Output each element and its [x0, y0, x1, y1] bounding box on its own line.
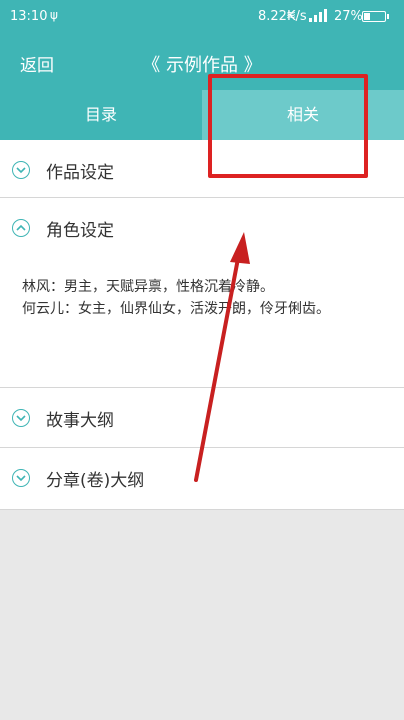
wifi-icon: ≋ — [286, 8, 297, 22]
section-header[interactable]: 角色设定 — [0, 198, 404, 256]
section-chapter-outline: 分章(卷)大纲 — [0, 448, 404, 510]
signal-icon — [309, 9, 327, 22]
section-story-outline: 故事大纲 — [0, 388, 404, 448]
section-header[interactable]: 故事大纲 — [0, 388, 404, 446]
status-time: 13:10 — [10, 9, 48, 24]
battery-icon — [362, 11, 389, 22]
section-header[interactable]: 作品设定 — [0, 140, 404, 198]
chevron-up-icon — [12, 219, 30, 237]
chevron-down-icon — [12, 409, 30, 427]
section-character-settings: 角色设定 林风：男主，天赋异禀，性格沉着冷静。 何云儿：女主，仙界仙女，活泼开朗… — [0, 198, 404, 388]
chevron-down-icon — [12, 469, 30, 487]
section-label: 分章(卷)大纲 — [46, 471, 145, 491]
network-speed: 8.22K/s — [258, 9, 307, 24]
usb-icon: ψ — [50, 8, 58, 22]
character-line: 何云儿：女主，仙界仙女，活泼开朗，伶牙俐齿。 — [22, 301, 330, 317]
tab-catalog[interactable]: 目录 — [0, 90, 202, 140]
battery-fill — [364, 13, 370, 20]
status-bar: 13:10 ψ 8.22K/s ≋ 27% — [0, 0, 404, 34]
chevron-down-icon — [12, 161, 30, 179]
section-label: 作品设定 — [46, 163, 114, 183]
section-label: 故事大纲 — [46, 411, 114, 431]
tab-related[interactable]: 相关 — [202, 90, 404, 140]
section-label: 角色设定 — [46, 221, 114, 241]
section-header[interactable]: 分章(卷)大纲 — [0, 448, 404, 506]
app-header: 返回 《 示例作品 》 — [0, 34, 404, 90]
character-line: 林风：男主，天赋异禀，性格沉着冷静。 — [22, 279, 274, 295]
content-panel: 作品设定 角色设定 林风：男主，天赋异禀，性格沉着冷静。 何云儿：女主，仙界仙女… — [0, 140, 404, 510]
section-work-settings: 作品设定 — [0, 140, 404, 198]
page-title: 《 示例作品 》 — [142, 55, 262, 76]
tab-bar: 目录 相关 — [0, 90, 404, 140]
battery-percent: 27% — [334, 9, 363, 24]
